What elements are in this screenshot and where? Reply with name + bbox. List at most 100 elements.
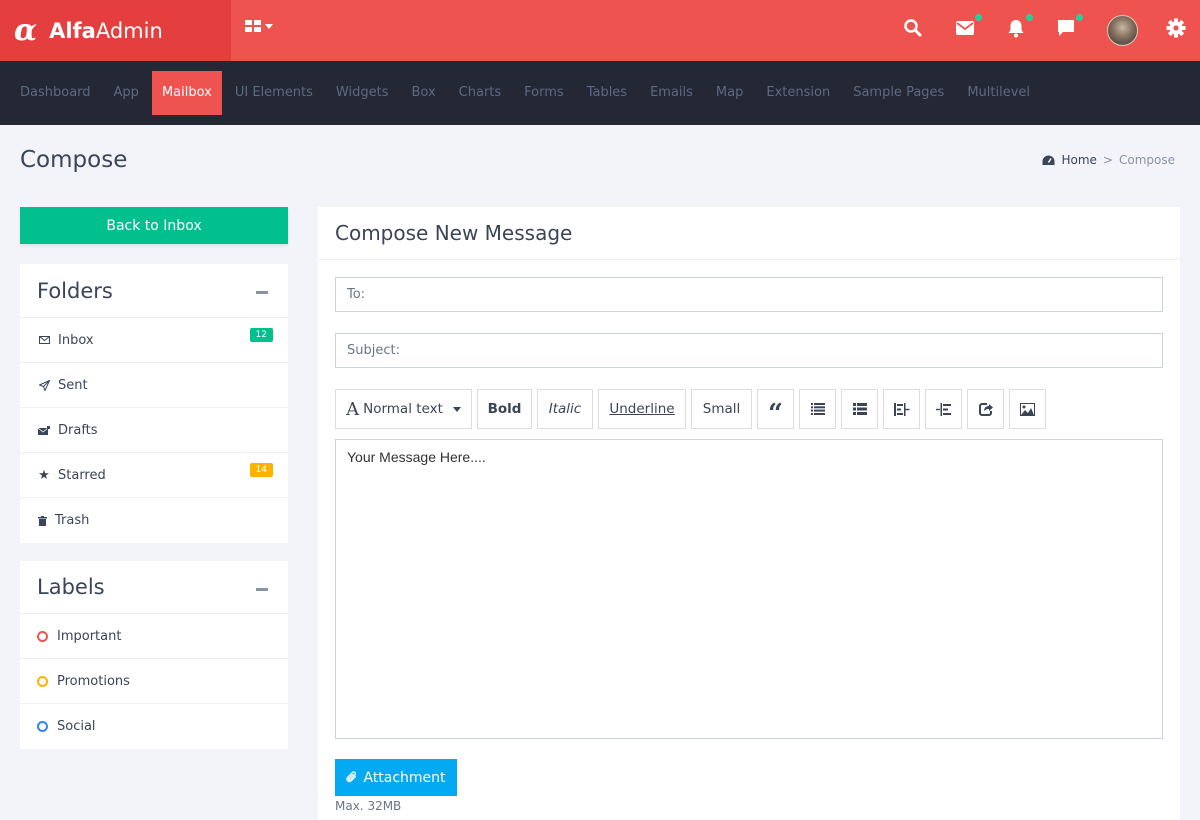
avatar[interactable] [1107,15,1138,46]
label-social[interactable]: Social [20,704,288,749]
editor-toolbar: A Normal text Bold Italic Underline Smal… [335,389,1046,429]
indent-icon [935,402,951,416]
folder-label: Drafts [58,422,98,438]
page-title: Compose [20,147,128,173]
search-icon [904,19,922,37]
indent-button[interactable] [925,389,962,429]
compose-title: Compose New Message [335,221,573,245]
attachment-size-note: Max. 32MB [335,799,402,813]
folder-label: Sent [58,377,88,393]
mail-icon [956,21,974,35]
breadcrumb-current: Compose [1118,153,1175,167]
messages-button[interactable] [955,14,982,42]
bold-button[interactable]: Bold [477,389,532,429]
notification-dot [1026,14,1033,21]
breadcrumb-home[interactable]: Home [1061,153,1096,167]
draft-envelope-icon [37,425,51,435]
label-color-ring-icon [37,721,48,732]
folders-box: Folders Inbox 12 Sent Drafts ★ Starred 1… [20,264,288,543]
nav-multilevel[interactable]: Multilevel [957,71,1040,115]
star-icon: ★ [38,467,50,483]
starred-count-badge: 14 [249,463,273,477]
quote-button[interactable]: “ [757,389,794,429]
folders-title: Folders [37,278,113,303]
unordered-list-button[interactable] [799,389,836,429]
message-body-textarea[interactable]: Your Message Here.... [335,439,1163,739]
underline-button[interactable]: Underline [598,389,686,429]
label-important[interactable]: Important [20,614,288,659]
nav-forms[interactable]: Forms [514,71,574,115]
nav-emails[interactable]: Emails [640,71,703,115]
apps-grid-button[interactable] [245,20,273,32]
notifications-button[interactable] [1006,14,1033,42]
nav-mailbox[interactable]: Mailbox [151,71,222,115]
collapse-minus-icon[interactable] [256,587,268,591]
main-nav: Dashboard App Mailbox UI Elements Widget… [0,61,1200,125]
labels-title: Labels [37,575,105,599]
label-name: Important [57,628,122,644]
breadcrumb: Home > Compose [1042,153,1175,167]
nav-dashboard[interactable]: Dashboard [10,71,101,115]
nav-app[interactable]: App [104,71,149,115]
italic-button[interactable]: Italic [537,389,593,429]
format-select-value: Normal text [363,401,443,417]
ordered-list-icon [852,403,867,415]
compose-header: Compose New Message [318,207,1180,260]
nav-ui-elements[interactable]: UI Elements [225,71,323,115]
label-color-ring-icon [37,675,48,687]
attachment-button[interactable]: Attachment [335,759,457,796]
compose-panel: Compose New Message To: Subject: A Norma… [318,207,1180,820]
brand-name-light: Admin [95,18,163,43]
folder-starred[interactable]: ★ Starred 14 [20,453,288,498]
outdent-button[interactable] [883,389,920,429]
label-color-ring-icon [37,630,48,642]
small-button[interactable]: Small [691,389,752,429]
folder-trash[interactable]: Trash [20,498,288,543]
gear-icon [1166,18,1186,38]
nav-tables[interactable]: Tables [577,71,637,115]
envelope-icon [37,336,51,344]
unordered-list-icon [810,403,825,415]
settings-button[interactable] [1166,18,1190,42]
folder-drafts[interactable]: Drafts [20,408,288,453]
subject-input[interactable]: Subject: [335,333,1163,368]
nav-widgets[interactable]: Widgets [326,71,399,115]
insert-image-button[interactable] [1009,389,1046,429]
folder-label: Starred [58,467,106,483]
nav-extension[interactable]: Extension [756,71,840,115]
paper-plane-icon [37,379,51,391]
chat-button[interactable] [1056,14,1083,42]
folder-label: Trash [55,513,90,528]
link-button[interactable] [967,389,1004,429]
nav-map[interactable]: Map [706,71,753,115]
folder-label: Inbox [58,332,94,348]
logo[interactable]: α Alfa Admin [0,0,231,61]
folder-inbox[interactable]: Inbox 12 [20,318,288,363]
grid-menu-icon [245,20,261,32]
nav-charts[interactable]: Charts [449,71,512,115]
font-icon: A [346,398,360,420]
notification-dot [1076,14,1083,21]
label-promotions[interactable]: Promotions [20,659,288,704]
labels-header: Labels [20,561,288,614]
unread-count-badge: 12 [249,328,273,342]
logo-alpha-icon: α [14,12,38,48]
nav-sample-pages[interactable]: Sample Pages [843,71,954,115]
top-header: α Alfa Admin [0,0,1200,61]
collapse-minus-icon[interactable] [256,291,268,294]
search-button[interactable] [903,18,927,42]
outdent-icon [893,402,909,416]
notification-dot [975,14,982,21]
attachment-label: Attachment [363,769,446,786]
folders-header: Folders [20,264,288,318]
caret-down-icon [265,23,273,29]
back-to-inbox-button[interactable]: Back to Inbox [20,207,288,244]
label-name: Promotions [57,673,130,689]
folder-sent[interactable]: Sent [20,363,288,408]
nav-box[interactable]: Box [401,71,445,115]
bell-icon [1008,20,1024,38]
text-format-select[interactable]: A Normal text [335,389,472,429]
paperclip-icon [346,771,357,783]
ordered-list-button[interactable] [841,389,878,429]
to-input[interactable]: To: [335,277,1163,312]
